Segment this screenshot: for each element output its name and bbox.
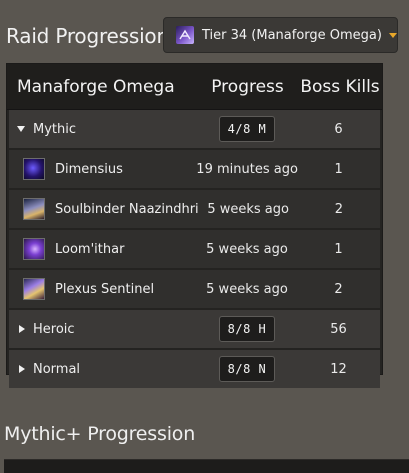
plexus-sentinel-portrait-icon — [23, 278, 45, 300]
mythic-plus-panel-edge — [4, 459, 409, 473]
boss-kills-value: 6 — [334, 121, 343, 137]
progress-badge: 8/8 H — [218, 316, 276, 342]
header-raid-name: Manaforge Omega — [17, 76, 175, 97]
boss-name: Dimensius — [55, 161, 123, 177]
boss-name: Soulbinder Naazindhri — [55, 201, 199, 217]
boss-kills-value: 12 — [330, 361, 347, 377]
dimensius-portrait-icon — [23, 158, 45, 180]
boss-kills-value: 2 — [334, 281, 343, 297]
header-boss-kills: Boss Kills — [300, 76, 380, 97]
header-progress: Progress — [211, 76, 284, 97]
tier-select-value: Tier 34 (Manaforge Omega) — [202, 27, 382, 43]
boss-row-dimensius[interactable]: Dimensius 19 minutes ago 1 — [9, 150, 380, 188]
difficulty-row-normal[interactable]: Normal 8/8 N 12 — [9, 350, 380, 388]
boss-name: Plexus Sentinel — [55, 281, 155, 297]
difficulty-name-cell: Heroic — [9, 322, 197, 337]
difficulty-label: Normal — [33, 361, 81, 377]
tier-select-dropdown[interactable]: Tier 34 (Manaforge Omega) — [163, 17, 398, 53]
boss-name-cell: Plexus Sentinel — [9, 278, 197, 300]
boss-row-plexus-sentinel[interactable]: Plexus Sentinel 5 weeks ago 2 — [9, 270, 380, 308]
naazindhri-portrait-icon — [23, 198, 45, 220]
difficulty-name-cell: Mythic — [9, 122, 197, 137]
last-kill-time: 5 weeks ago — [206, 241, 288, 257]
raid-tier-icon — [176, 26, 194, 44]
last-kill-time: 5 weeks ago — [207, 201, 289, 217]
chevron-right-icon[interactable] — [19, 325, 25, 333]
table-header: Manaforge Omega Progress Boss Kills — [7, 64, 382, 110]
boss-kills-value: 56 — [330, 321, 347, 337]
chevron-down-icon[interactable] — [17, 126, 25, 132]
boss-kills-value: 2 — [334, 201, 343, 217]
boss-kills-value: 1 — [334, 161, 343, 177]
boss-row-soulbinder-naazindhri[interactable]: Soulbinder Naazindhri 5 weeks ago 2 — [9, 190, 380, 228]
chevron-down-icon — [388, 32, 397, 38]
boss-name-cell: Loom'ithar — [9, 238, 197, 260]
loomithar-portrait-icon — [23, 238, 45, 260]
progress-cell: 8/8 H — [197, 316, 297, 342]
difficulty-label: Heroic — [33, 321, 75, 337]
boss-name-cell: Soulbinder Naazindhri — [9, 198, 199, 220]
last-kill-time: 19 minutes ago — [196, 161, 298, 177]
progress-cell: 4/8 M — [197, 116, 297, 142]
progress-badge: 4/8 M — [218, 116, 276, 142]
boss-kills-value: 1 — [334, 241, 343, 257]
mythic-plus-progression-title: Mythic+ Progression — [4, 423, 196, 445]
difficulty-row-mythic[interactable]: Mythic 4/8 M 6 — [9, 110, 380, 148]
last-kill-time: 5 weeks ago — [206, 281, 288, 297]
boss-row-loomithar[interactable]: Loom'ithar 5 weeks ago 1 — [9, 230, 380, 268]
progress-cell: 8/8 N — [197, 356, 297, 382]
difficulty-name-cell: Normal — [9, 362, 197, 377]
difficulty-row-heroic[interactable]: Heroic 8/8 H 56 — [9, 310, 380, 348]
raid-progress-table: Manaforge Omega Progress Boss Kills Myth… — [6, 63, 383, 388]
boss-name-cell: Dimensius — [9, 158, 196, 180]
boss-name: Loom'ithar — [55, 241, 125, 257]
difficulty-label: Mythic — [33, 121, 77, 137]
chevron-right-icon[interactable] — [19, 365, 25, 373]
progress-badge: 8/8 N — [218, 356, 276, 382]
raid-progression-title: Raid Progression — [6, 24, 169, 48]
